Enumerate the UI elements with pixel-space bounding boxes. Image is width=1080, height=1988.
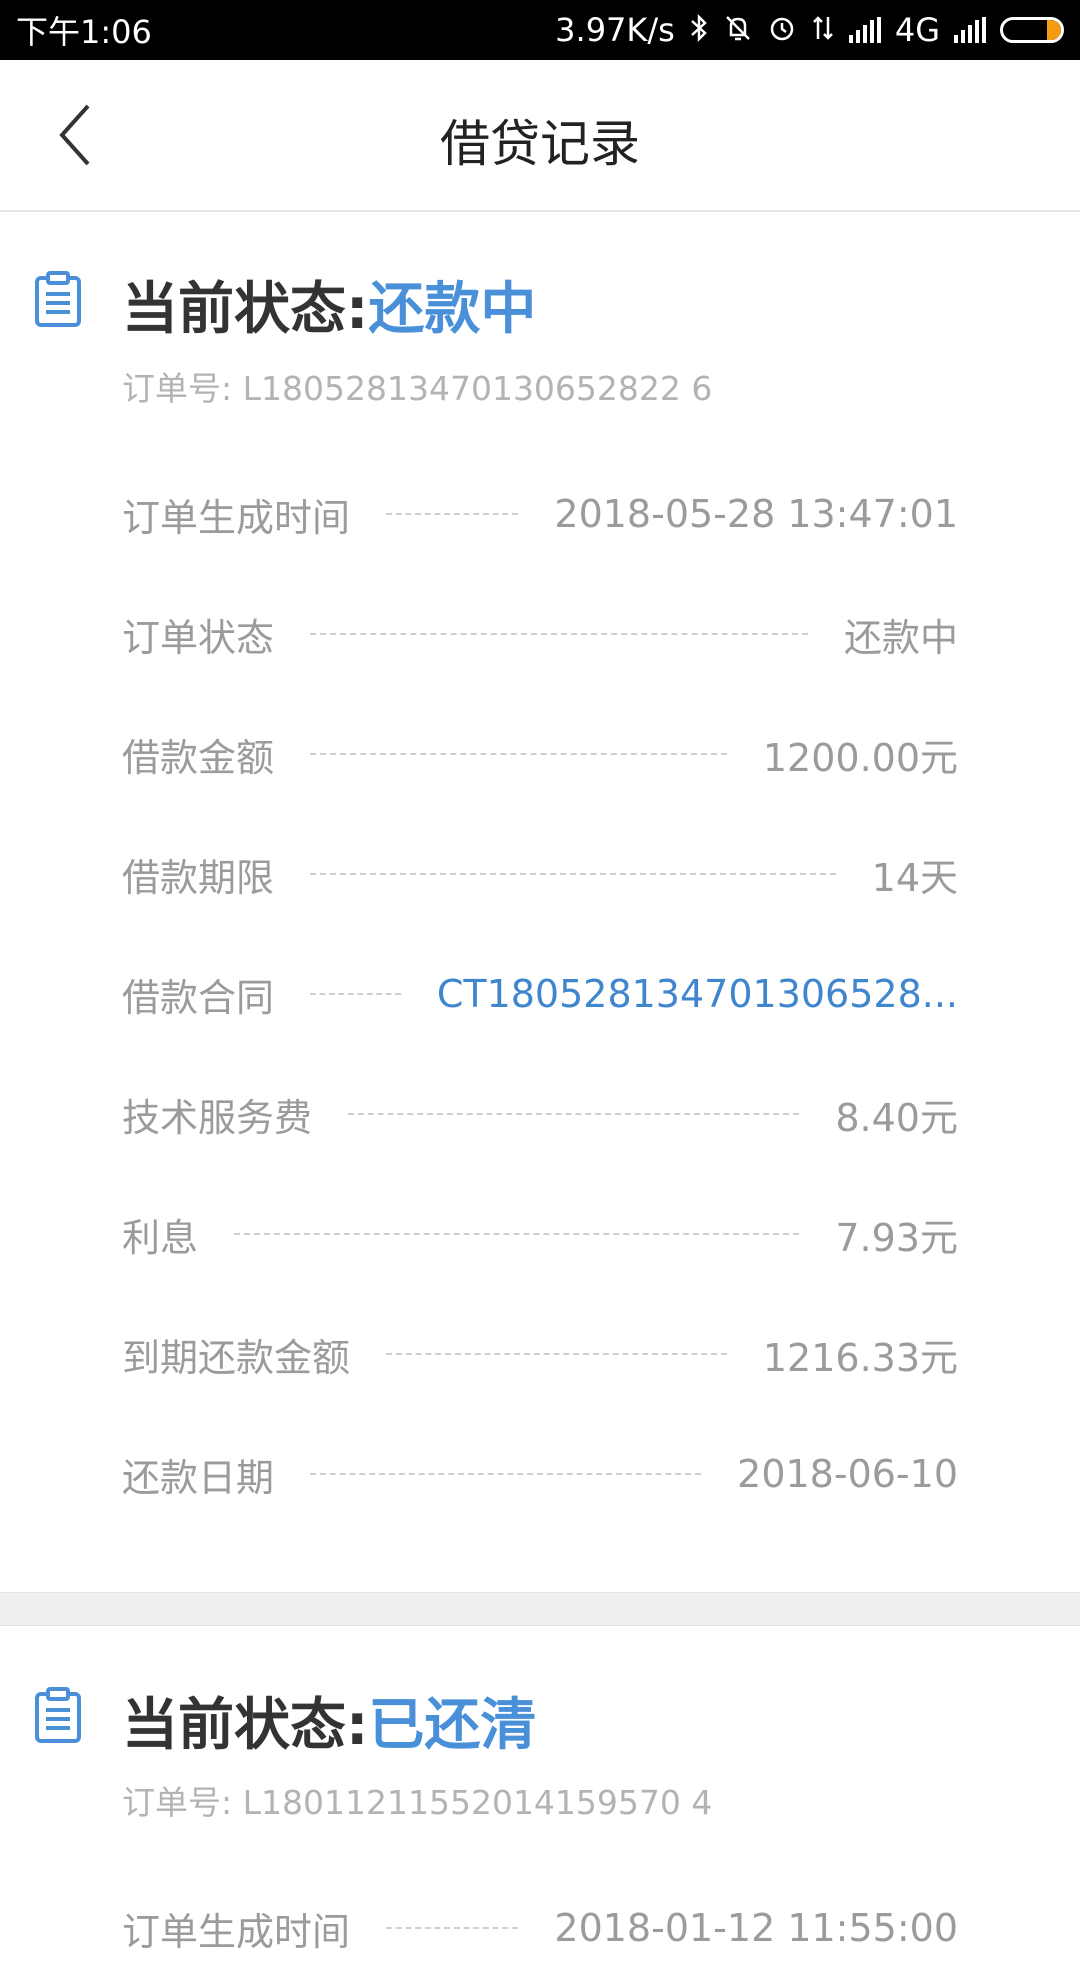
dotted-leader: [310, 633, 808, 635]
order-card: 当前状态:已还清 订单号: L18011211552014159570 4 订单…: [0, 1626, 1080, 1954]
order-header: 当前状态:还款中 订单号: L18052813470130652822 6: [0, 212, 1080, 412]
status-heading: 当前状态:已还清: [122, 1680, 536, 1761]
dotted-leader: [310, 993, 401, 995]
dotted-leader: [310, 753, 727, 755]
page-title: 借贷记录: [440, 115, 640, 173]
dotted-leader: [310, 1473, 702, 1475]
row-label: 技术服务费: [122, 1095, 313, 1140]
status-time: 下午1:06: [16, 13, 152, 51]
dotted-leader: [386, 1353, 727, 1355]
detail-row: 到期还款金额 1216.33元: [122, 1294, 958, 1414]
card-separator: [0, 1592, 1080, 1626]
dotted-leader: [310, 873, 836, 875]
row-value: 8.40元: [835, 1095, 958, 1140]
row-value: 2018-01-12 11:55:00: [554, 1906, 958, 1950]
row-label: 借款金额: [122, 735, 275, 780]
dotted-leader: [386, 513, 519, 515]
battery-icon: [1000, 17, 1064, 43]
detail-row: 订单生成时间 2018-01-12 11:55:00: [122, 1868, 958, 1988]
row-label: 订单生成时间: [122, 495, 351, 540]
row-value: 14天: [871, 855, 958, 900]
status-heading: 当前状态:还款中: [122, 264, 536, 345]
data-arrows-icon: [811, 13, 835, 48]
row-value: 7.93元: [835, 1215, 958, 1260]
detail-row: 订单生成时间 2018-05-28 13:47:01: [122, 454, 958, 574]
order-header: 当前状态:已还清 订单号: L18011211552014159570 4: [0, 1626, 1080, 1826]
alarm-icon: [767, 13, 797, 48]
network-type: 4G: [894, 11, 940, 49]
row-label: 还款日期: [122, 1455, 275, 1500]
row-value: 1200.00元: [762, 735, 958, 780]
detail-row: 还款日期 2018-06-10: [122, 1414, 958, 1534]
net-speed: 3.97K/s: [555, 11, 675, 49]
status-label: 当前状态:: [122, 1693, 369, 1758]
detail-row: 借款金额 1200.00元: [122, 694, 958, 814]
row-value: 2018-05-28 13:47:01: [554, 492, 958, 536]
detail-row: 技术服务费 8.40元: [122, 1054, 958, 1174]
row-value: 还款中: [843, 615, 958, 660]
detail-row: 利息 7.93元: [122, 1174, 958, 1294]
row-value: 1216.33元: [762, 1335, 958, 1380]
row-label: 订单状态: [122, 615, 275, 660]
row-value: 2018-06-10: [737, 1452, 958, 1496]
order-number: 订单号: L18011211552014159570 4: [122, 1783, 713, 1822]
status-value: 还款中: [368, 277, 537, 342]
order-card: 当前状态:还款中 订单号: L18052813470130652822 6 订单…: [0, 212, 1080, 1592]
nav-bar: 借贷记录: [0, 60, 1080, 212]
status-bar: 下午1:06 3.97K/s 4G: [0, 0, 1080, 60]
signal-icon: [848, 17, 881, 43]
row-label: 订单生成时间: [122, 1909, 351, 1954]
order-number: 订单号: L18052813470130652822 6: [122, 369, 713, 408]
dotted-leader: [234, 1233, 800, 1235]
detail-row: 借款期限 14天: [122, 814, 958, 934]
dotted-leader: [348, 1113, 800, 1115]
contract-link[interactable]: CT180528134701306528...: [437, 972, 958, 1016]
status-label: 当前状态:: [122, 277, 369, 342]
dotted-leader: [386, 1927, 519, 1929]
clipboard-icon: [35, 271, 81, 327]
bluetooth-icon: [689, 13, 709, 48]
status-value: 已还清: [368, 1693, 537, 1758]
detail-row: 订单状态 还款中: [122, 574, 958, 694]
signal-icon: [954, 17, 986, 43]
mute-icon: [723, 13, 753, 48]
row-label: 借款合同: [122, 975, 275, 1020]
row-label: 利息: [122, 1215, 199, 1260]
row-label: 到期还款金额: [122, 1335, 351, 1380]
detail-row[interactable]: 借款合同 CT180528134701306528...: [122, 934, 958, 1054]
row-label: 借款期限: [122, 855, 275, 900]
clipboard-icon: [35, 1687, 81, 1743]
